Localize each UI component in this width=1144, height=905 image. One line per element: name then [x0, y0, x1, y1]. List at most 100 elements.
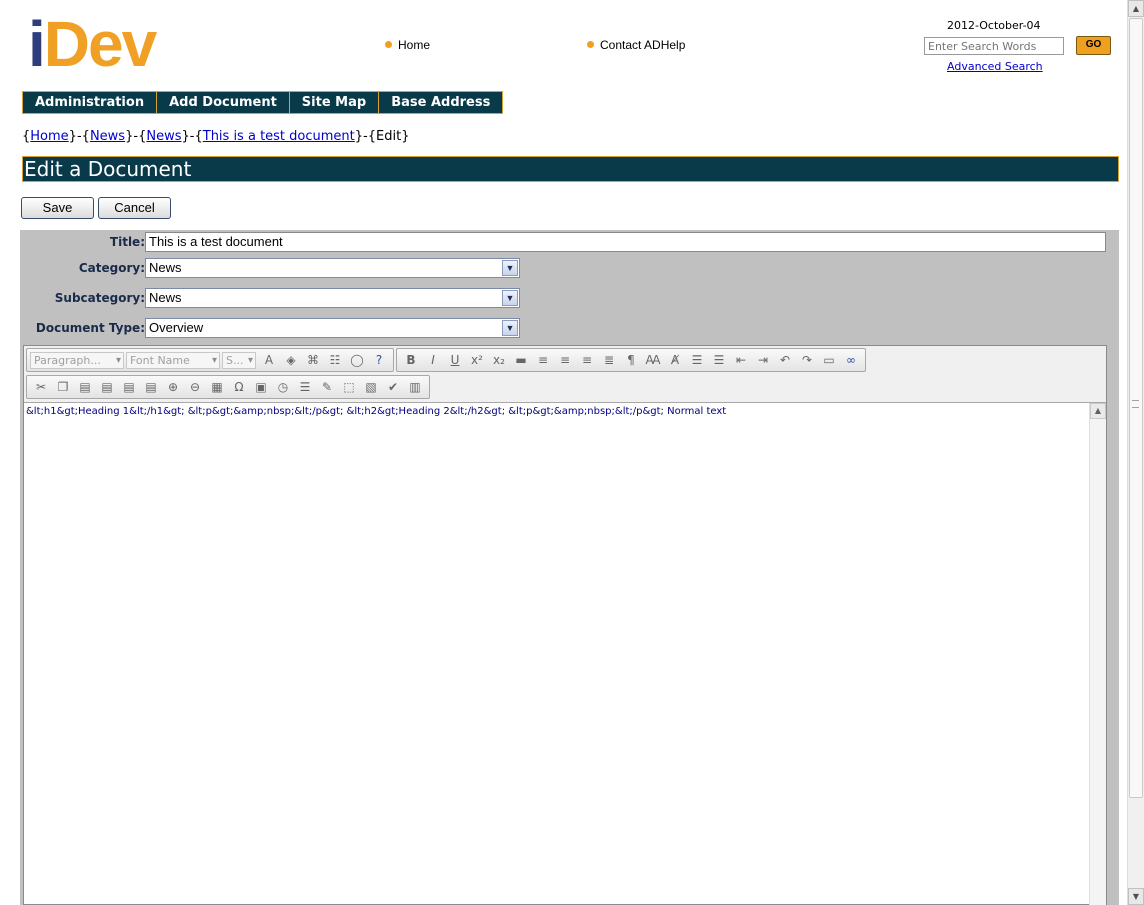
- cancel-button[interactable]: Cancel: [98, 197, 171, 219]
- cut-icon[interactable]: ✂: [31, 377, 51, 397]
- indent-icon[interactable]: ⇥: [753, 350, 773, 370]
- font-name-dropdown[interactable]: Font Name: [126, 351, 220, 369]
- breadcrumb-brace: }: [354, 129, 364, 144]
- outdent-icon[interactable]: ⇤: [731, 350, 751, 370]
- edit-icon[interactable]: ✎: [317, 377, 337, 397]
- advanced-search-link[interactable]: Advanced Search: [947, 60, 1043, 73]
- chevron-down-icon[interactable]: ▼: [502, 290, 518, 306]
- paste-text-icon[interactable]: ▤: [97, 377, 117, 397]
- scroll-down-icon[interactable]: ▼: [1128, 888, 1144, 905]
- insert-date-time-icon[interactable]: ◷: [273, 377, 293, 397]
- strikethrough-icon[interactable]: ▬: [511, 350, 531, 370]
- redo-icon[interactable]: ↷: [797, 350, 817, 370]
- top-link-home[interactable]: Home: [385, 38, 430, 52]
- font-color-icon[interactable]: A: [259, 350, 279, 370]
- paragraph-format-dropdown[interactable]: Paragraph...: [30, 351, 124, 369]
- breadcrumb-document[interactable]: This is a test document: [203, 129, 355, 144]
- current-date: 2012-October-04: [947, 19, 1041, 32]
- align-left-icon[interactable]: ≡: [533, 350, 553, 370]
- align-right-icon[interactable]: ≡: [577, 350, 597, 370]
- editor-content-area[interactable]: &lt;h1&gt;Heading 1&lt;/h1&gt; &lt;p&gt;…: [24, 402, 1106, 905]
- save-button[interactable]: Save: [21, 197, 94, 219]
- clear-format-icon[interactable]: Ⱥ: [665, 350, 685, 370]
- undo-icon[interactable]: ↶: [775, 350, 795, 370]
- top-link-contact[interactable]: Contact ADHelp: [587, 38, 685, 52]
- search-go-button[interactable]: GO: [1076, 36, 1111, 55]
- breadcrumb: {Home}-{News}-{News}-{This is a test doc…: [22, 129, 410, 144]
- breadcrumb-news-sub[interactable]: News: [146, 129, 181, 144]
- bullet-icon: [587, 41, 594, 48]
- page-scrollbar[interactable]: ▲ ▼: [1127, 0, 1144, 905]
- subcategory-label: Subcategory:: [54, 291, 145, 305]
- scrollbar-thumb[interactable]: [1129, 18, 1143, 798]
- nav-item-administration[interactable]: Administration: [23, 92, 158, 113]
- editor-toolbar-group-format: Paragraph... Font Name S... A ◈ ⌘ ☷ ◯ ?: [26, 348, 394, 372]
- document-type-select-value: Overview: [149, 320, 204, 335]
- insert-special-char-icon[interactable]: Ω: [229, 377, 249, 397]
- spellcheck-icon[interactable]: ✔: [383, 377, 403, 397]
- insert-link-icon[interactable]: ⊕: [163, 377, 183, 397]
- breadcrumb-brace: }: [401, 129, 410, 144]
- paste-word-icon[interactable]: ▤: [119, 377, 139, 397]
- subcategory-select-value: News: [149, 290, 182, 305]
- insert-snippet-icon[interactable]: ⌘: [303, 350, 323, 370]
- paste-html-icon[interactable]: ▤: [141, 377, 161, 397]
- align-center-icon[interactable]: ≡: [555, 350, 575, 370]
- document-type-select[interactable]: Overview ▼: [145, 318, 520, 338]
- paragraph-icon[interactable]: ¶: [621, 350, 641, 370]
- remove-link-icon[interactable]: ⊖: [185, 377, 205, 397]
- editor-scrollbar[interactable]: ▲: [1089, 403, 1106, 905]
- breadcrumb-news[interactable]: News: [90, 129, 125, 144]
- category-select-value: News: [149, 260, 182, 275]
- format-painter-icon[interactable]: Ꜳ: [643, 350, 663, 370]
- logo-letter-i: i: [28, 8, 46, 80]
- top-link-contact-label: Contact ADHelp: [600, 38, 686, 52]
- breadcrumb-brace: }: [181, 129, 190, 144]
- underline-icon[interactable]: U: [445, 350, 465, 370]
- chevron-down-icon[interactable]: ▼: [502, 320, 518, 336]
- editor-toolbar-row-2: ✂ ❐ ▤ ▤ ▤ ▤ ⊕ ⊖ ▦ Ω ▣ ◷ ☰ ✎ ⬚ ▧ ✔ ▥: [26, 375, 432, 399]
- bold-icon[interactable]: B: [401, 350, 421, 370]
- italic-icon[interactable]: I: [423, 350, 443, 370]
- insert-image-icon[interactable]: ▧: [361, 377, 381, 397]
- comment-icon[interactable]: ◯: [347, 350, 367, 370]
- title-label: Title:: [109, 235, 145, 249]
- editor-toolbar-group-text: B I U x² x₂ ▬ ≡ ≡ ≡ ≣ ¶ Ꜳ Ⱥ ☰ ☰ ⇤ ⇥ ↶ ↷ …: [396, 348, 866, 372]
- horizontal-rule-icon[interactable]: ☰: [295, 377, 315, 397]
- subscript-icon[interactable]: x₂: [489, 350, 509, 370]
- help-icon[interactable]: ?: [369, 350, 389, 370]
- top-link-home-label: Home: [398, 38, 431, 52]
- superscript-icon[interactable]: x²: [467, 350, 487, 370]
- justify-icon[interactable]: ≣: [599, 350, 619, 370]
- subcategory-select[interactable]: News ▼: [145, 288, 520, 308]
- breadcrumb-home[interactable]: Home: [30, 129, 68, 144]
- page-break-icon[interactable]: ▭: [819, 350, 839, 370]
- breadcrumb-brace: {: [81, 129, 90, 144]
- breadcrumb-brace: }: [68, 129, 77, 144]
- breadcrumb-brace: {: [367, 129, 377, 144]
- search-input[interactable]: [924, 37, 1064, 55]
- nav-item-site-map[interactable]: Site Map: [290, 92, 380, 113]
- show-borders-icon[interactable]: ⬚: [339, 377, 359, 397]
- font-size-dropdown[interactable]: S...: [222, 351, 256, 369]
- insert-form-icon[interactable]: ▣: [251, 377, 271, 397]
- copy-icon[interactable]: ❐: [53, 377, 73, 397]
- document-type-label: Document Type:: [35, 321, 145, 335]
- insert-media-icon[interactable]: ▥: [405, 377, 425, 397]
- chevron-down-icon[interactable]: ▼: [502, 260, 518, 276]
- find-replace-icon[interactable]: ∞: [841, 350, 861, 370]
- nav-item-base-address[interactable]: Base Address: [379, 92, 502, 113]
- category-select[interactable]: News ▼: [145, 258, 520, 278]
- nav-item-add-document[interactable]: Add Document: [157, 92, 290, 113]
- title-input[interactable]: This is a test document: [145, 232, 1106, 252]
- breadcrumb-current: Edit: [376, 129, 402, 144]
- insert-symbol-icon[interactable]: ☷: [325, 350, 345, 370]
- paste-icon[interactable]: ▤: [75, 377, 95, 397]
- site-logo: iDev: [28, 12, 157, 76]
- highlight-color-icon[interactable]: ◈: [281, 350, 301, 370]
- numbered-list-icon[interactable]: ☰: [687, 350, 707, 370]
- insert-table-icon[interactable]: ▦: [207, 377, 227, 397]
- bulleted-list-icon[interactable]: ☰: [709, 350, 729, 370]
- scroll-up-icon[interactable]: ▲: [1128, 0, 1144, 17]
- scroll-up-icon[interactable]: ▲: [1090, 403, 1106, 419]
